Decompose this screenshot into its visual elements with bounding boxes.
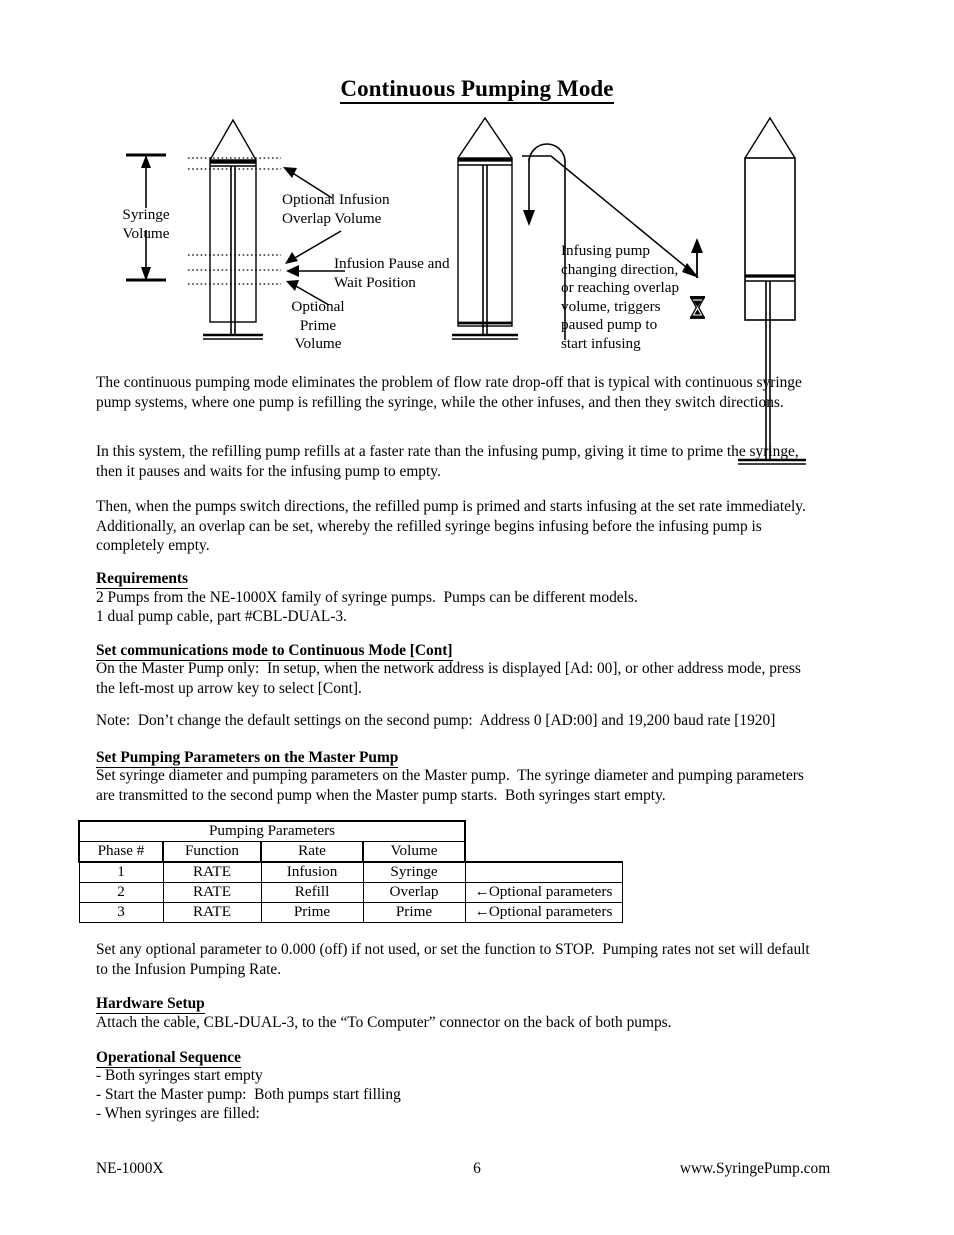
table-cell-rate: Refill bbox=[260, 882, 364, 903]
table-cell-phase: 3 bbox=[78, 902, 164, 923]
callout-arrow-pause-from-label bbox=[285, 230, 342, 264]
table-cell-note bbox=[464, 861, 623, 883]
callout-trigger-label: Infusing pump changing direction, or rea… bbox=[561, 242, 680, 352]
pumping-params-body: Set syringe diameter and pumping paramet… bbox=[96, 767, 808, 804]
comms-mode-heading-text: Set communications mode to Continuous Mo… bbox=[96, 642, 453, 661]
operational-sequence-item: - Both syringes start empty bbox=[96, 1067, 263, 1084]
table-cell-note: ←Optional parameters bbox=[464, 902, 623, 923]
hourglass-icon bbox=[690, 296, 705, 319]
hardware-setup-body: Attach the cable, CBL-DUAL-3, to the “To… bbox=[96, 1014, 672, 1031]
table-cell-function: RATE bbox=[162, 861, 262, 883]
callout-prime-label: Optional Prime Volume bbox=[291, 298, 345, 353]
table-cell-note: ←Optional parameters bbox=[464, 882, 623, 903]
table-cell-note-text: Optional parameters bbox=[488, 903, 613, 920]
table-col-header-rate: Rate bbox=[260, 841, 364, 863]
comms-mode-note: Note: Don’t change the default settings … bbox=[96, 712, 776, 729]
intro-paragraph-1: The continuous pumping mode eliminates t… bbox=[96, 374, 806, 411]
table-col-header-function: Function bbox=[162, 841, 262, 863]
pumping-params-heading-text: Set Pumping Parameters on the Master Pum… bbox=[96, 749, 399, 768]
footer-website: www.SyringePump.com bbox=[679, 1160, 831, 1177]
table-row: 2 RATE Refill Overlap ←Optional paramete… bbox=[78, 882, 623, 903]
comms-mode-body: On the Master Pump only: In setup, when … bbox=[96, 660, 805, 697]
left-arrow-icon: ← bbox=[474, 883, 490, 900]
pumping-parameters-table: Pumping Parameters Phase # Function Rate… bbox=[78, 820, 623, 923]
table-span-header-filler bbox=[465, 821, 622, 842]
table-span-header: Pumping Parameters bbox=[78, 820, 466, 842]
table-row: 3 RATE Prime Prime ←Optional parameters bbox=[78, 902, 623, 923]
table-cell-rate: Prime bbox=[260, 902, 364, 923]
hardware-setup-heading: Hardware Setup bbox=[96, 994, 205, 1014]
requirements-line-1: 2 Pumps from the NE-1000X family of syri… bbox=[96, 589, 638, 606]
pumping-params-heading: Set Pumping Parameters on the Master Pum… bbox=[96, 748, 399, 768]
table-cell-note-text: Optional parameters bbox=[488, 883, 613, 900]
syringe-1 bbox=[188, 118, 281, 340]
document-page: Continuous Pumping Mode Syringe Volume O… bbox=[0, 0, 954, 1235]
table-cell-rate: Infusion bbox=[260, 861, 364, 883]
operational-sequence-item: - When syringes are filled: bbox=[96, 1105, 260, 1122]
page-title: Continuous Pumping Mode bbox=[0, 76, 954, 104]
table-col-header-phase: Phase # bbox=[78, 841, 164, 863]
left-arrow-icon: ← bbox=[474, 903, 490, 920]
table-column-header-row: Phase # Function Rate Volume bbox=[78, 841, 622, 863]
table-row: 1 RATE Infusion Syringe bbox=[78, 861, 623, 883]
requirements-line-2: 1 dual pump cable, part #CBL-DUAL-3. bbox=[96, 608, 347, 625]
table-cell-volume: Prime bbox=[362, 902, 466, 923]
table-cell-volume: Syringe bbox=[362, 861, 466, 883]
table-col-header-volume: Volume bbox=[362, 841, 466, 863]
direction-change-arrow bbox=[522, 143, 566, 340]
requirements-heading: Requirements bbox=[96, 569, 189, 589]
syringe-volume-label: Syringe Volume bbox=[122, 206, 170, 242]
callout-pause-label: Infusion Pause and Wait Position bbox=[334, 255, 450, 291]
intro-paragraph-3: Then, when the pumps switch directions, … bbox=[96, 498, 813, 555]
table-cell-phase: 1 bbox=[78, 861, 164, 883]
table-cell-volume: Overlap bbox=[362, 882, 466, 903]
comms-mode-heading: Set communications mode to Continuous Mo… bbox=[96, 641, 453, 661]
syringe-2 bbox=[452, 116, 518, 340]
callout-overlap-label: Optional Infusion Overlap Volume bbox=[282, 191, 390, 227]
table-cell-function: RATE bbox=[162, 902, 262, 923]
table-cell-phase: 2 bbox=[78, 882, 164, 903]
diagram-svg bbox=[126, 116, 806, 465]
table-span-header-row: Pumping Parameters bbox=[78, 820, 622, 842]
continuous-pumping-diagram: Syringe Volume Optional Infusion Overlap… bbox=[0, 100, 954, 480]
operational-sequence-heading: Operational Sequence bbox=[96, 1048, 241, 1068]
optional-parameter-note: Set any optional parameter to 0.000 (off… bbox=[96, 941, 814, 978]
table-cell-function: RATE bbox=[162, 882, 262, 903]
hardware-setup-heading-text: Hardware Setup bbox=[96, 995, 205, 1014]
requirements-heading-text: Requirements bbox=[96, 570, 189, 589]
intro-paragraph-2: In this system, the refilling pump refil… bbox=[96, 443, 803, 480]
table-col-header-filler bbox=[465, 842, 622, 863]
operational-sequence-heading-text: Operational Sequence bbox=[96, 1049, 241, 1068]
operational-sequence-item: - Start the Master pump: Both pumps star… bbox=[96, 1086, 401, 1103]
pumping-parameters-table-wrap: Pumping Parameters Phase # Function Rate… bbox=[78, 820, 623, 923]
